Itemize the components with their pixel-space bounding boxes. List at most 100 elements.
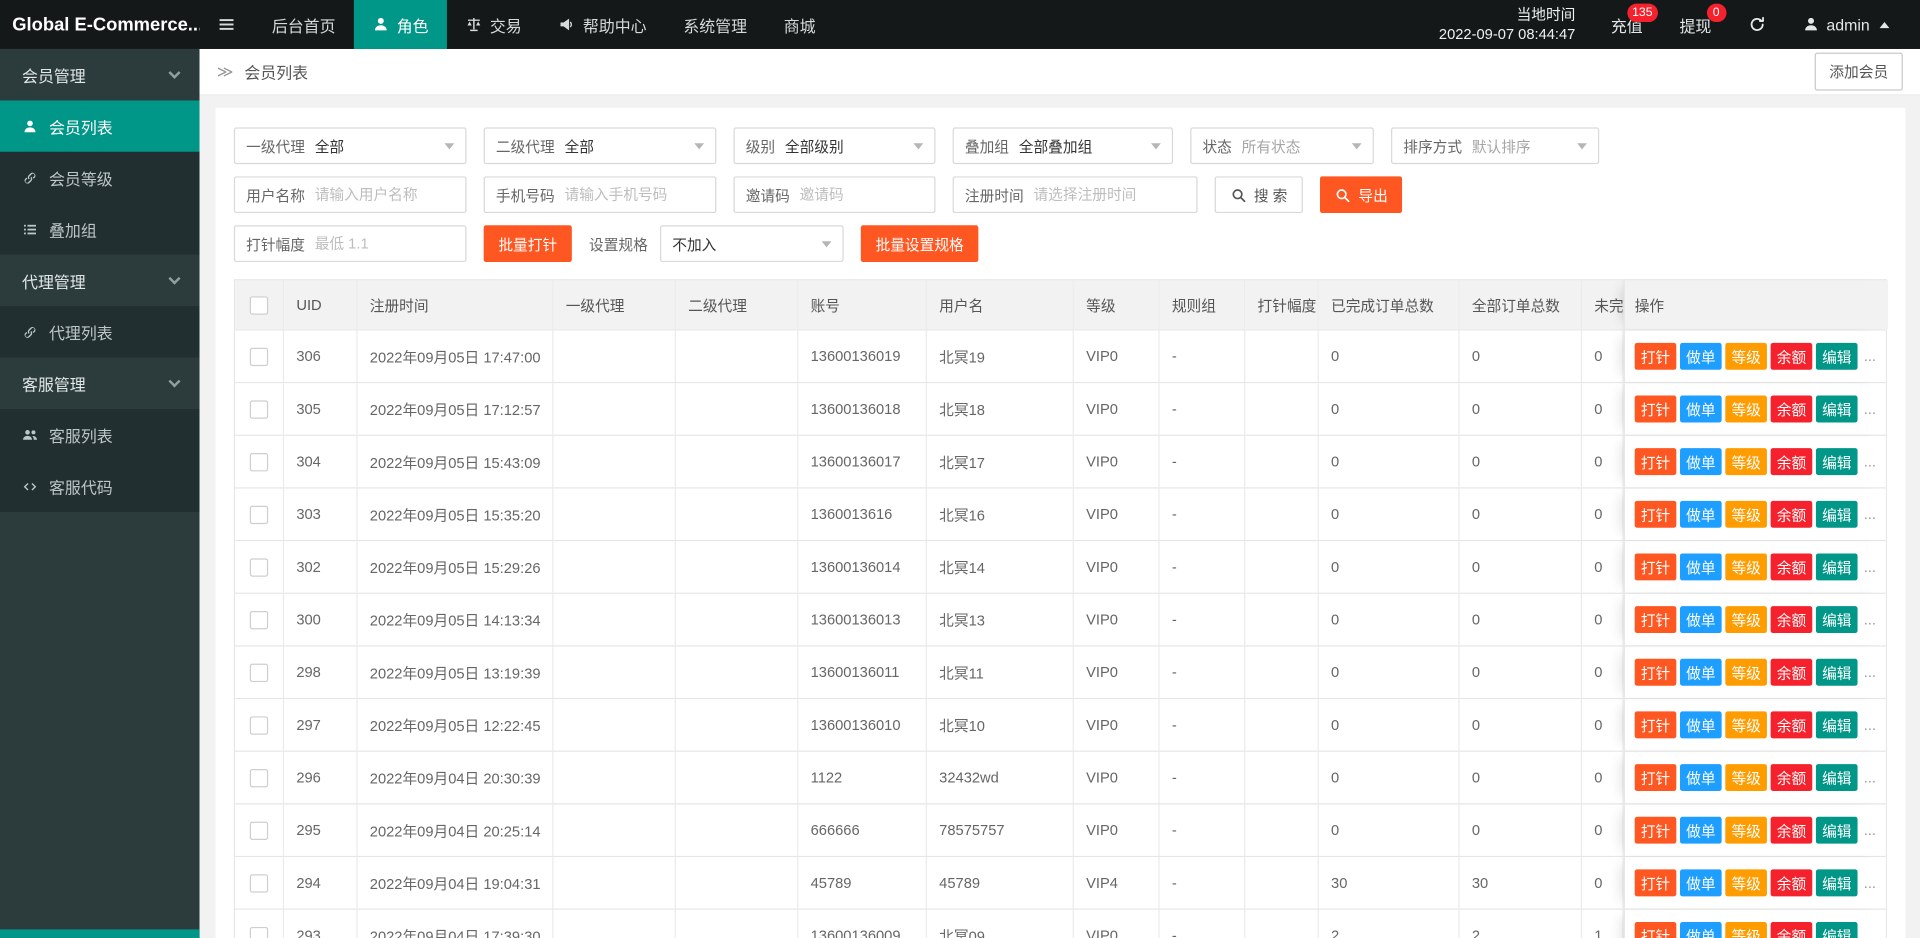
balance-button[interactable]: 余额 <box>1770 922 1813 938</box>
batch-spec-button[interactable]: 批量设置规格 <box>860 225 979 263</box>
invite-code-input[interactable] <box>799 186 924 204</box>
menu-toggle-button[interactable] <box>200 0 254 49</box>
level-button[interactable]: 等级 <box>1725 553 1767 581</box>
more-actions-button[interactable]: ... <box>1864 611 1876 628</box>
edit-button[interactable]: 编辑 <box>1815 342 1858 370</box>
inject-button[interactable]: 打针 <box>1634 869 1677 897</box>
edit-button[interactable]: 编辑 <box>1815 922 1858 938</box>
more-actions-button[interactable]: ... <box>1864 822 1876 839</box>
register-time-input[interactable] <box>1033 186 1186 204</box>
level-button[interactable]: 等级 <box>1725 922 1767 938</box>
edit-button[interactable]: 编辑 <box>1815 869 1858 897</box>
nav-item-system[interactable]: 系统管理 <box>665 0 765 49</box>
username-input[interactable] <box>314 186 455 204</box>
balance-button[interactable]: 余额 <box>1770 606 1813 634</box>
edit-button[interactable]: 编辑 <box>1815 711 1858 739</box>
inject-button[interactable]: 打针 <box>1634 711 1677 739</box>
nav-item-mall[interactable]: 商城 <box>765 0 834 49</box>
balance-button[interactable]: 余额 <box>1770 448 1813 476</box>
level-button[interactable]: 等级 <box>1725 342 1767 370</box>
balance-button[interactable]: 余额 <box>1770 658 1813 686</box>
row-checkbox[interactable] <box>249 768 269 787</box>
level-button[interactable]: 等级 <box>1725 500 1767 528</box>
order-button[interactable]: 做单 <box>1680 922 1722 938</box>
order-button[interactable]: 做单 <box>1680 816 1722 844</box>
balance-button[interactable]: 余额 <box>1770 869 1813 897</box>
level-button[interactable]: 等级 <box>1725 764 1767 792</box>
edit-button[interactable]: 编辑 <box>1815 764 1858 792</box>
order-button[interactable]: 做单 <box>1680 500 1722 528</box>
order-button[interactable]: 做单 <box>1680 342 1722 370</box>
agent1-select[interactable]: 一级代理 全部 <box>233 127 467 165</box>
level-button[interactable]: 等级 <box>1725 658 1767 686</box>
inject-button[interactable]: 打针 <box>1634 658 1677 686</box>
more-actions-button[interactable]: ... <box>1864 769 1876 786</box>
row-checkbox[interactable] <box>249 347 269 366</box>
more-actions-button[interactable]: ... <box>1864 558 1876 575</box>
edit-button[interactable]: 编辑 <box>1815 395 1858 423</box>
row-checkbox[interactable] <box>249 452 269 471</box>
sidebar-item-member-level[interactable]: 会员等级 <box>0 151 200 204</box>
balance-button[interactable]: 余额 <box>1770 395 1813 423</box>
withdraw-button[interactable]: 提现 0 <box>1661 0 1730 49</box>
phone-input[interactable] <box>564 186 705 204</box>
balance-button[interactable]: 余额 <box>1770 553 1813 581</box>
refresh-button[interactable] <box>1730 0 1784 49</box>
edit-button[interactable]: 编辑 <box>1815 553 1858 581</box>
edit-button[interactable]: 编辑 <box>1815 448 1858 476</box>
row-checkbox[interactable] <box>249 821 269 840</box>
nav-item-help[interactable]: 帮助中心 <box>540 0 665 49</box>
needle-min-input[interactable] <box>314 235 455 253</box>
level-button[interactable]: 等级 <box>1725 816 1767 844</box>
more-actions-button[interactable]: ... <box>1864 664 1876 681</box>
order-button[interactable]: 做单 <box>1680 395 1722 423</box>
level-button[interactable]: 等级 <box>1725 869 1767 897</box>
more-actions-button[interactable]: ... <box>1864 400 1876 417</box>
more-actions-button[interactable]: ... <box>1864 453 1876 470</box>
balance-button[interactable]: 余额 <box>1770 342 1813 370</box>
export-button[interactable]: 导出 <box>1320 176 1403 214</box>
row-checkbox[interactable] <box>249 715 269 735</box>
nav-item-home[interactable]: 后台首页 <box>253 0 353 49</box>
level-button[interactable]: 等级 <box>1725 448 1767 476</box>
order-button[interactable]: 做单 <box>1680 606 1722 634</box>
row-checkbox[interactable] <box>249 926 269 938</box>
order-button[interactable]: 做单 <box>1680 764 1722 792</box>
row-checkbox[interactable] <box>249 505 269 524</box>
sidebar-section-service[interactable]: 客服管理 <box>0 357 200 409</box>
order-button[interactable]: 做单 <box>1680 658 1722 686</box>
balance-button[interactable]: 余额 <box>1770 500 1813 528</box>
inject-button[interactable]: 打针 <box>1634 606 1677 634</box>
more-actions-button[interactable]: ... <box>1864 348 1876 365</box>
inject-button[interactable]: 打针 <box>1634 395 1677 423</box>
row-checkbox[interactable] <box>249 873 269 893</box>
more-actions-button[interactable]: ... <box>1864 506 1876 523</box>
sidebar-item-member-list[interactable]: 会员列表 <box>0 100 200 152</box>
level-select[interactable]: 级别 全部级别 <box>733 127 936 165</box>
select-all-checkbox[interactable] <box>249 295 269 315</box>
balance-button[interactable]: 余额 <box>1770 764 1813 792</box>
inject-button[interactable]: 打针 <box>1634 342 1677 370</box>
sidebar-item-agent-list[interactable]: 代理列表 <box>0 306 200 358</box>
sidebar-item-service-list[interactable]: 客服列表 <box>0 408 200 461</box>
level-button[interactable]: 等级 <box>1725 711 1767 739</box>
order-button[interactable]: 做单 <box>1680 869 1722 897</box>
inject-button[interactable]: 打针 <box>1634 764 1677 792</box>
more-actions-button[interactable]: ... <box>1864 716 1876 733</box>
row-checkbox[interactable] <box>249 663 269 682</box>
sidebar-section-member[interactable]: 会员管理 <box>0 48 200 101</box>
more-actions-button[interactable]: ... <box>1864 874 1876 891</box>
level-button[interactable]: 等级 <box>1725 606 1767 634</box>
add-member-button[interactable]: 添加会员 <box>1814 52 1903 91</box>
edit-button[interactable]: 编辑 <box>1815 500 1858 528</box>
agent2-select[interactable]: 二级代理 全部 <box>483 127 717 165</box>
sidebar-item-service-code[interactable]: 客服代码 <box>0 460 200 512</box>
more-actions-button[interactable]: ... <box>1864 927 1876 938</box>
sort-select[interactable]: 排序方式 默认排序 <box>1391 127 1600 165</box>
spec-select[interactable]: 不加入 <box>660 225 844 263</box>
edit-button[interactable]: 编辑 <box>1815 658 1858 686</box>
batch-needle-button[interactable]: 批量打针 <box>483 225 572 263</box>
balance-button[interactable]: 余额 <box>1770 816 1813 844</box>
order-button[interactable]: 做单 <box>1680 711 1722 739</box>
inject-button[interactable]: 打针 <box>1634 500 1677 528</box>
